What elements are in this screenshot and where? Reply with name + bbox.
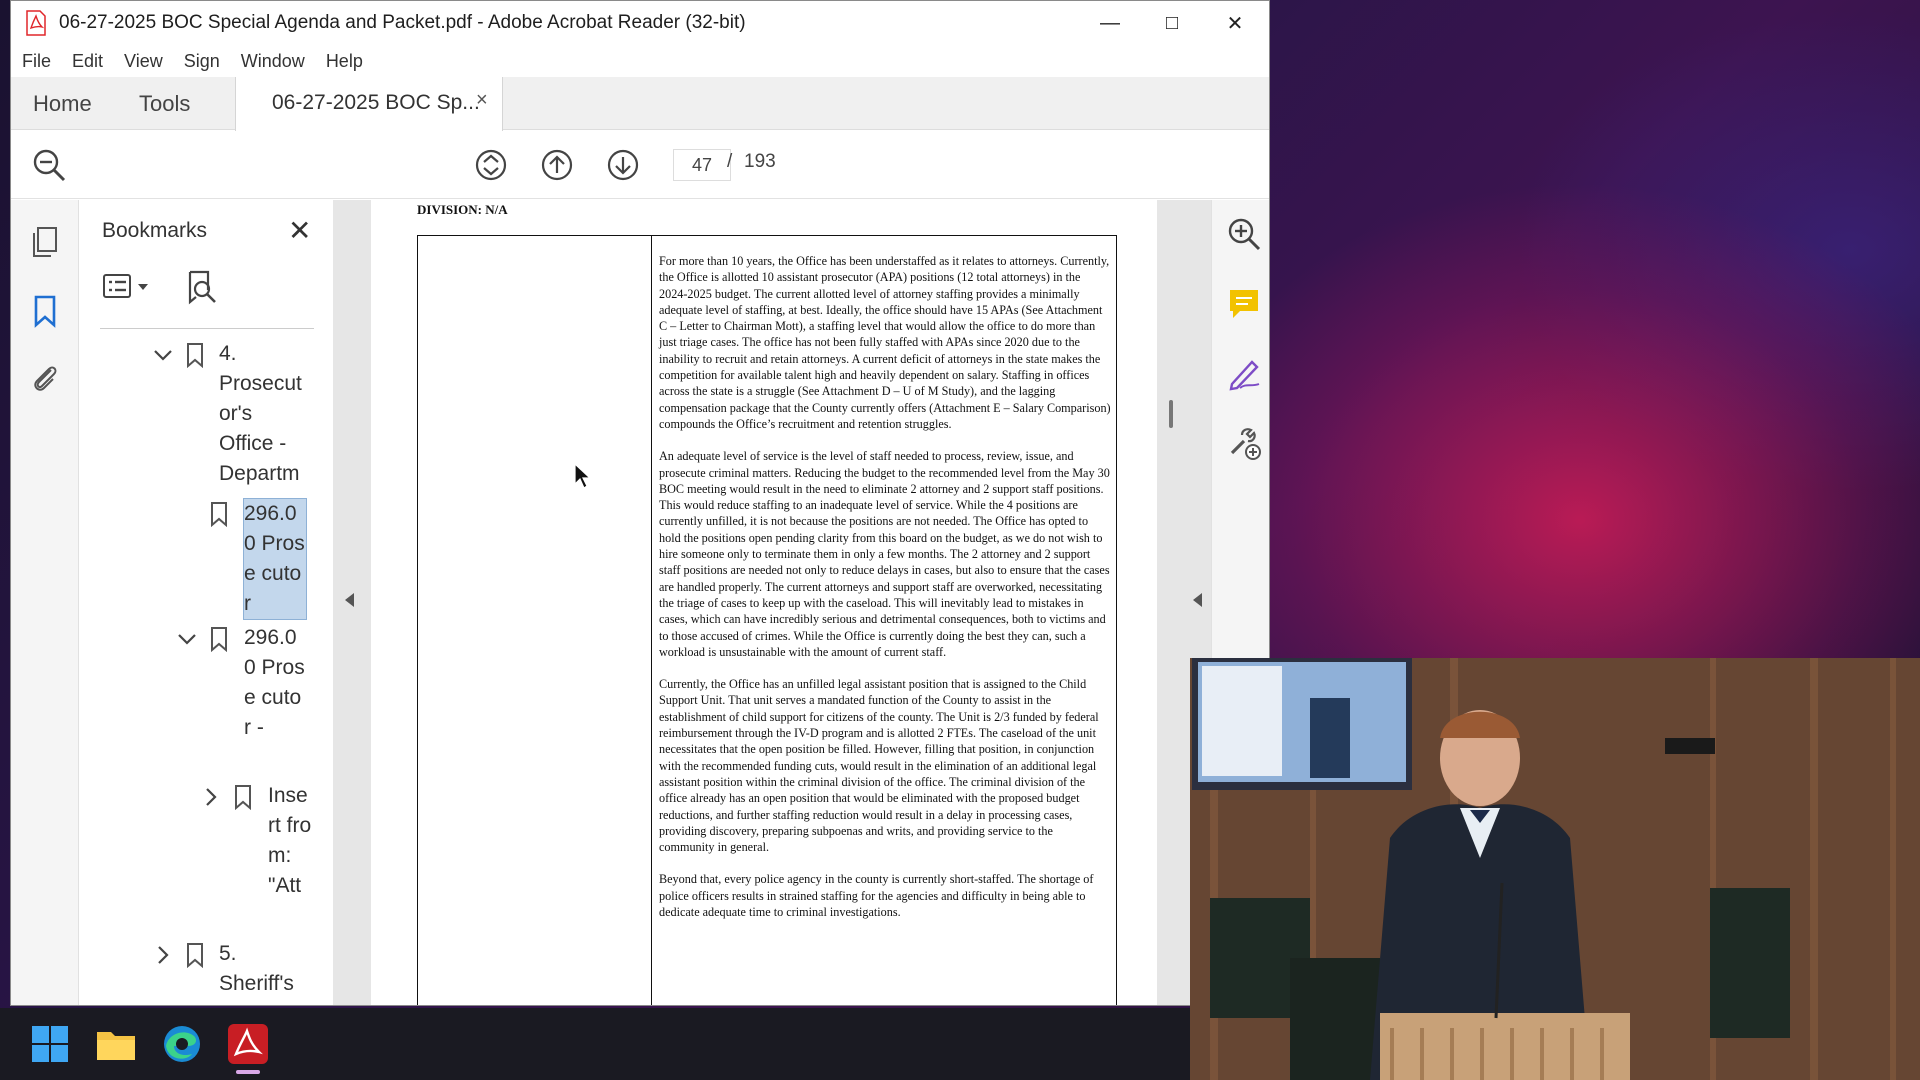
menu-help[interactable]: Help: [326, 51, 363, 72]
chevron-right-icon[interactable]: [152, 944, 174, 966]
bookmark-label[interactable]: 296.0 0 Prose cutor -: [244, 623, 306, 743]
minimize-button[interactable]: —: [1075, 1, 1145, 45]
tab-document[interactable]: 06-27-2025 BOC Sp... ×: [235, 77, 503, 131]
bookmark-icon: [187, 343, 203, 368]
chevron-right-icon[interactable]: [200, 786, 222, 808]
menu-view[interactable]: View: [124, 51, 163, 72]
left-navigation-rail: [11, 200, 79, 1005]
bookmark-label[interactable]: Inse rt fro m: "Att: [268, 781, 312, 901]
maximize-button[interactable]: □: [1137, 1, 1207, 45]
tab-home[interactable]: Home: [33, 77, 92, 130]
previous-page-icon[interactable]: [539, 147, 575, 183]
bookmark-label-selected[interactable]: 296.0 0 Prose cutor: [243, 498, 307, 620]
video-frame: [1190, 658, 1920, 1080]
page-total: 193: [744, 151, 776, 172]
close-window-button[interactable]: ✕: [1200, 1, 1269, 45]
page-body-text: For more than 10 years, the Office has b…: [659, 253, 1111, 936]
chevron-down-icon[interactable]: [152, 344, 174, 366]
acrobat-reader-icon[interactable]: [226, 1022, 270, 1066]
comment-icon[interactable]: [1226, 286, 1262, 322]
bookmarks-panel: Bookmarks ✕ 4. Prosecut or's Office - De…: [80, 200, 394, 1005]
more-tools-icon[interactable]: [1226, 425, 1262, 461]
meeting-video-feed: [1190, 658, 1920, 1080]
collapse-left-panel-icon[interactable]: [345, 593, 354, 607]
windows-start-icon[interactable]: [28, 1022, 72, 1066]
zoom-in-icon[interactable]: [1226, 216, 1262, 252]
chevron-down-icon[interactable]: [176, 628, 198, 650]
pdf-page: DIVISION: N/A For more than 10 years, th…: [371, 200, 1157, 1005]
page-separator: /: [727, 151, 733, 172]
bookmark-options-icon[interactable]: [102, 270, 154, 304]
menu-sign[interactable]: Sign: [184, 51, 220, 72]
window-title: 06-27-2025 BOC Special Agenda and Packet…: [59, 12, 746, 33]
tab-tools[interactable]: Tools: [139, 77, 190, 130]
menu-file[interactable]: File: [22, 51, 51, 72]
title-bar: 06-27-2025 BOC Special Agenda and Packet…: [11, 1, 1269, 45]
page-thumbnails-icon[interactable]: [27, 224, 63, 260]
division-heading: DIVISION: N/A: [417, 202, 508, 217]
active-app-indicator: [236, 1070, 260, 1074]
fill-and-sign-icon[interactable]: [1226, 356, 1262, 392]
bookmark-icon: [187, 943, 203, 968]
bookmark-icon: [211, 627, 227, 652]
menu-window[interactable]: Window: [241, 51, 305, 72]
document-view[interactable]: DIVISION: N/A For more than 10 years, th…: [333, 200, 1211, 1005]
menu-bar: File Edit View Sign Window Help: [11, 45, 1269, 77]
attachments-paperclip-icon[interactable]: [27, 360, 63, 396]
collapse-right-panel-icon[interactable]: [1193, 593, 1202, 607]
paragraph: An adequate level of service is the leve…: [659, 449, 1110, 659]
paragraph: Beyond that, every police agency in the …: [659, 872, 1094, 919]
document-scrollbar[interactable]: [1169, 400, 1173, 428]
find-bookmark-icon[interactable]: [186, 270, 220, 306]
paragraph: Currently, the Office has an unfilled le…: [659, 677, 1099, 855]
windows-taskbar: [0, 1008, 1190, 1080]
bookmark-icon: [235, 785, 251, 810]
bookmarks-panel-icon[interactable]: [27, 293, 63, 329]
bookmark-label[interactable]: 4. Prosecut or's Office - Departm: [219, 339, 309, 489]
paragraph: For more than 10 years, the Office has b…: [659, 254, 1111, 431]
bookmarks-title: Bookmarks: [102, 219, 208, 242]
pdf-file-icon: [26, 10, 46, 36]
bookmark-label[interactable]: 5. Sheriff's: [219, 939, 309, 999]
file-explorer-icon[interactable]: [94, 1022, 138, 1066]
page-number-input[interactable]: 47: [673, 149, 731, 181]
page-table: For more than 10 years, the Office has b…: [417, 235, 1117, 1005]
mouse-cursor-icon: [574, 462, 592, 489]
acrobat-window: 06-27-2025 BOC Special Agenda and Packet…: [10, 0, 1270, 1006]
tab-document-label: 06-27-2025 BOC Sp...: [272, 91, 480, 114]
tab-close-icon[interactable]: ×: [476, 89, 488, 112]
fit-page-icon[interactable]: [473, 147, 509, 183]
next-page-icon[interactable]: [605, 147, 641, 183]
zoom-out-search-icon[interactable]: [31, 147, 67, 183]
tab-bar: Home Tools 06-27-2025 BOC Sp... ×: [11, 77, 1269, 131]
edge-browser-icon[interactable]: [160, 1022, 204, 1066]
toolbar: [11, 131, 1269, 199]
bookmarks-close-icon[interactable]: ✕: [288, 214, 311, 247]
bookmark-icon: [211, 502, 227, 527]
bookmarks-divider: [100, 328, 314, 329]
menu-edit[interactable]: Edit: [72, 51, 103, 72]
table-column-divider: [651, 236, 652, 1005]
